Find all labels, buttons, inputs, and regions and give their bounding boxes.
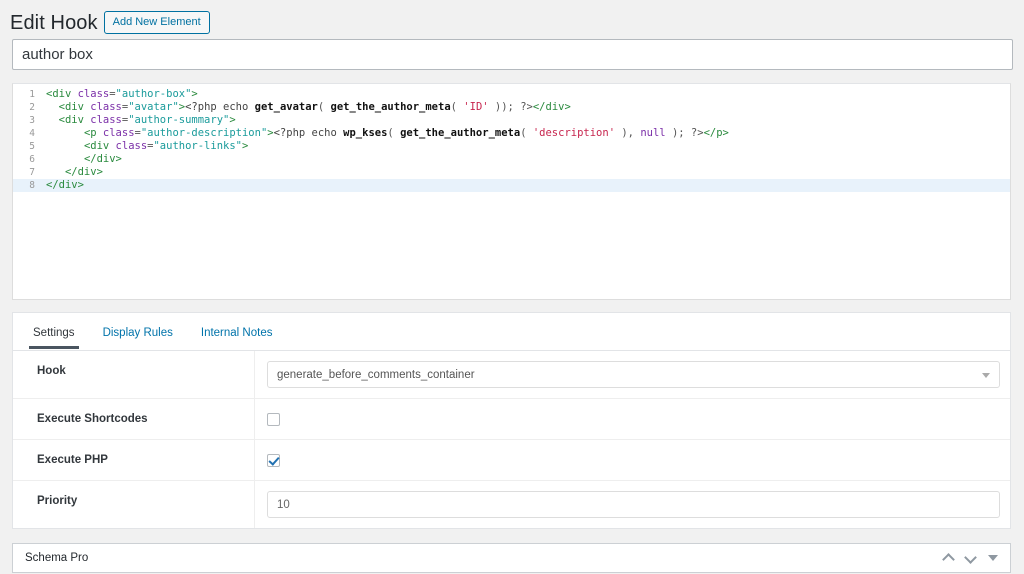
tab-internal-notes[interactable]: Internal Notes <box>187 327 287 350</box>
hook-label: Hook <box>13 351 255 398</box>
line-number: 3 <box>29 115 35 126</box>
line-number: 7 <box>29 167 35 178</box>
move-up-icon[interactable] <box>944 553 954 563</box>
code-line[interactable]: 6 </div> <box>13 153 1010 166</box>
tab-display-rules[interactable]: Display Rules <box>89 327 187 350</box>
hook-value-cell: generate_before_comments_container <box>255 351 1014 398</box>
code-editor-content[interactable]: 1 <div class="author-box"> 2 <div class="a… <box>13 84 1010 192</box>
code-line[interactable]: 4 <p class="author-description"><?php ec… <box>13 127 1010 140</box>
admin-page: Edit Hook Add New Element 1 <div class="a… <box>0 0 1024 574</box>
execute-shortcodes-value-cell <box>255 399 1010 439</box>
settings-row-execute-shortcodes: Execute Shortcodes <box>13 399 1010 440</box>
priority-label: Priority <box>13 481 255 528</box>
code-line[interactable]: 8 </div> <box>13 179 1010 192</box>
line-content: </div> <box>46 179 84 191</box>
execute-php-label: Execute PHP <box>13 440 255 480</box>
tab-settings[interactable]: Settings <box>19 327 89 350</box>
code-line[interactable]: 3 <div class="author-summary"> <box>13 114 1010 127</box>
postbox-controls <box>944 553 1002 563</box>
execute-shortcodes-checkbox[interactable] <box>267 412 280 426</box>
line-content: </div> <box>83 153 122 165</box>
line-number: 8 <box>29 180 35 191</box>
page-title: Edit Hook <box>10 11 98 34</box>
settings-row-priority: Priority <box>13 481 1010 528</box>
code-line[interactable]: 2 <div class="avatar"><?php echo get_ava… <box>13 101 1010 114</box>
schema-pro-title: Schema Pro <box>25 552 89 564</box>
line-number: 4 <box>29 128 35 139</box>
execute-shortcodes-label: Execute Shortcodes <box>13 399 255 439</box>
execute-php-checkbox[interactable] <box>267 453 280 467</box>
title-field-row <box>0 36 1024 70</box>
line-content: </div> <box>64 166 103 178</box>
settings-row-hook: Hook generate_before_comments_container <box>13 351 1010 399</box>
code-line[interactable]: 5 <div class="author-links"> <box>13 140 1010 153</box>
element-title-input[interactable] <box>12 39 1013 70</box>
page-header: Edit Hook Add New Element <box>0 0 1024 36</box>
schema-pro-postbox: Schema Pro <box>12 543 1011 573</box>
line-number: 6 <box>29 154 35 165</box>
hook-select-value: generate_before_comments_container <box>277 368 475 381</box>
line-content: <div class="author-summary"> <box>58 114 236 126</box>
line-number: 5 <box>29 141 35 152</box>
settings-tabs: Settings Display Rules Internal Notes <box>12 312 1011 351</box>
line-content: <div class="author-box"> <box>46 88 198 100</box>
move-down-icon[interactable] <box>966 553 976 563</box>
code-line[interactable]: 7 </div> <box>13 166 1010 179</box>
code-editor-panel[interactable]: 1 <div class="author-box"> 2 <div class="a… <box>12 83 1011 300</box>
hook-select[interactable]: generate_before_comments_container <box>267 361 1000 388</box>
code-line[interactable]: 1 <div class="author-box"> <box>13 88 1010 101</box>
line-number: 1 <box>29 89 35 100</box>
settings-row-execute-php: Execute PHP <box>13 440 1010 481</box>
priority-value-cell <box>255 481 1014 528</box>
line-content: <div class="author-links"> <box>83 140 249 152</box>
settings-panel: Hook generate_before_comments_container … <box>12 351 1011 529</box>
line-content: <p class="author-description"><?php echo… <box>83 127 729 139</box>
priority-input[interactable] <box>267 491 1000 518</box>
execute-php-value-cell <box>255 440 1010 480</box>
line-content: <div class="avatar"><?php echo get_avata… <box>58 101 571 113</box>
add-new-element-button[interactable]: Add New Element <box>103 10 210 35</box>
chevron-down-icon <box>982 372 990 378</box>
line-number: 2 <box>29 102 35 113</box>
toggle-panel-icon[interactable] <box>988 555 998 561</box>
